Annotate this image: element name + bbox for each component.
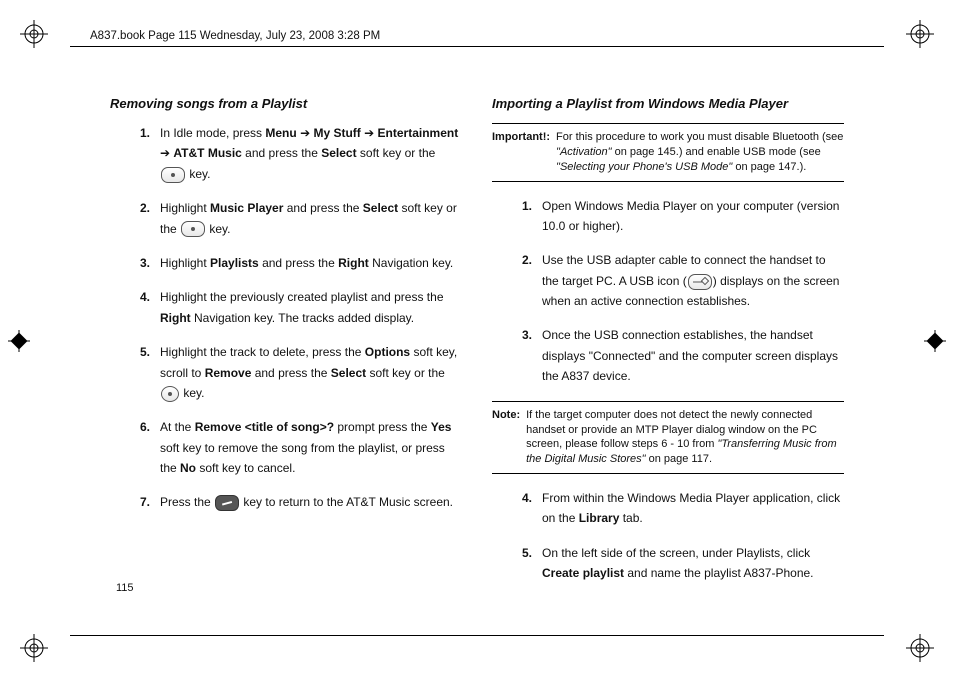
- step-number: 5.: [110, 342, 150, 403]
- left-column: Removing songs from a Playlist 1. In Idl…: [110, 92, 462, 598]
- list-item: 6. At the Remove <title of song>? prompt…: [110, 417, 462, 478]
- step-number: 5.: [492, 543, 532, 584]
- list-item: 4. Highlight the previously created play…: [110, 287, 462, 328]
- right-column: Importing a Playlist from Windows Media …: [492, 92, 844, 598]
- usb-icon: [688, 274, 712, 290]
- list-item: 1. Open Windows Media Player on your com…: [492, 196, 844, 237]
- running-header: A837.book Page 115 Wednesday, July 23, 2…: [90, 30, 380, 42]
- step-number: 2.: [492, 250, 532, 311]
- list-item: 1. In Idle mode, press Menu ➔ My Stuff ➔…: [110, 123, 462, 184]
- section-heading: Removing songs from a Playlist: [110, 96, 462, 111]
- note-label: Important!:: [492, 130, 550, 175]
- step-text: Use the USB adapter cable to connect the…: [542, 250, 844, 311]
- step-number: 4.: [492, 488, 532, 529]
- step-number: 3.: [110, 253, 150, 273]
- important-note: Important!: For this procedure to work y…: [492, 123, 844, 182]
- step-text: Open Windows Media Player on your comput…: [542, 196, 844, 237]
- step-number: 1.: [492, 196, 532, 237]
- list-item: 3. Once the USB connection establishes, …: [492, 325, 844, 386]
- crop-mark-icon: [20, 634, 48, 662]
- step-text: At the Remove <title of song>? prompt pr…: [160, 417, 462, 478]
- list-item: 5. On the left side of the screen, under…: [492, 543, 844, 584]
- step-number: 4.: [110, 287, 150, 328]
- list-item: 4. From within the Windows Media Player …: [492, 488, 844, 529]
- footer-rule: [70, 635, 884, 636]
- ok-key-icon: [161, 167, 185, 183]
- ok-key-icon: [181, 221, 205, 237]
- note: Note: If the target computer does not de…: [492, 401, 844, 474]
- step-number: 6.: [110, 417, 150, 478]
- note-label: Note:: [492, 408, 520, 467]
- step-number: 2.: [110, 198, 150, 239]
- step-text: Highlight the track to delete, press the…: [160, 342, 462, 403]
- note-text: For this procedure to work you must disa…: [556, 130, 844, 175]
- end-key-icon: [215, 495, 239, 511]
- step-number: 7.: [110, 492, 150, 512]
- crop-mark-icon: [906, 20, 934, 48]
- step-text: Highlight Playlists and press the Right …: [160, 253, 462, 273]
- step-text: Once the USB connection establishes, the…: [542, 325, 844, 386]
- header-rule: [70, 46, 884, 47]
- page-number: 115: [116, 582, 134, 594]
- step-number: 1.: [110, 123, 150, 184]
- step-text: Highlight Music Player and press the Sel…: [160, 198, 462, 239]
- step-number: 3.: [492, 325, 532, 386]
- crop-mark-icon: [906, 634, 934, 662]
- registration-mark-icon: [8, 330, 30, 352]
- crop-mark-icon: [20, 20, 48, 48]
- step-text: Highlight the previously created playlis…: [160, 287, 462, 328]
- page-content: Removing songs from a Playlist 1. In Idl…: [80, 58, 874, 624]
- step-text: In Idle mode, press Menu ➔ My Stuff ➔ En…: [160, 123, 462, 184]
- step-text: Press the key to return to the AT&T Musi…: [160, 492, 462, 512]
- note-text: If the target computer does not detect t…: [526, 408, 844, 467]
- step-text: On the left side of the screen, under Pl…: [542, 543, 844, 584]
- list-item: 5. Highlight the track to delete, press …: [110, 342, 462, 403]
- list-item: 2. Highlight Music Player and press the …: [110, 198, 462, 239]
- ok-key-icon: [161, 386, 179, 402]
- list-item: 7. Press the key to return to the AT&T M…: [110, 492, 462, 512]
- list-item: 3. Highlight Playlists and press the Rig…: [110, 253, 462, 273]
- registration-mark-icon: [924, 330, 946, 352]
- step-text: From within the Windows Media Player app…: [542, 488, 844, 529]
- section-heading: Importing a Playlist from Windows Media …: [492, 96, 844, 111]
- list-item: 2. Use the USB adapter cable to connect …: [492, 250, 844, 311]
